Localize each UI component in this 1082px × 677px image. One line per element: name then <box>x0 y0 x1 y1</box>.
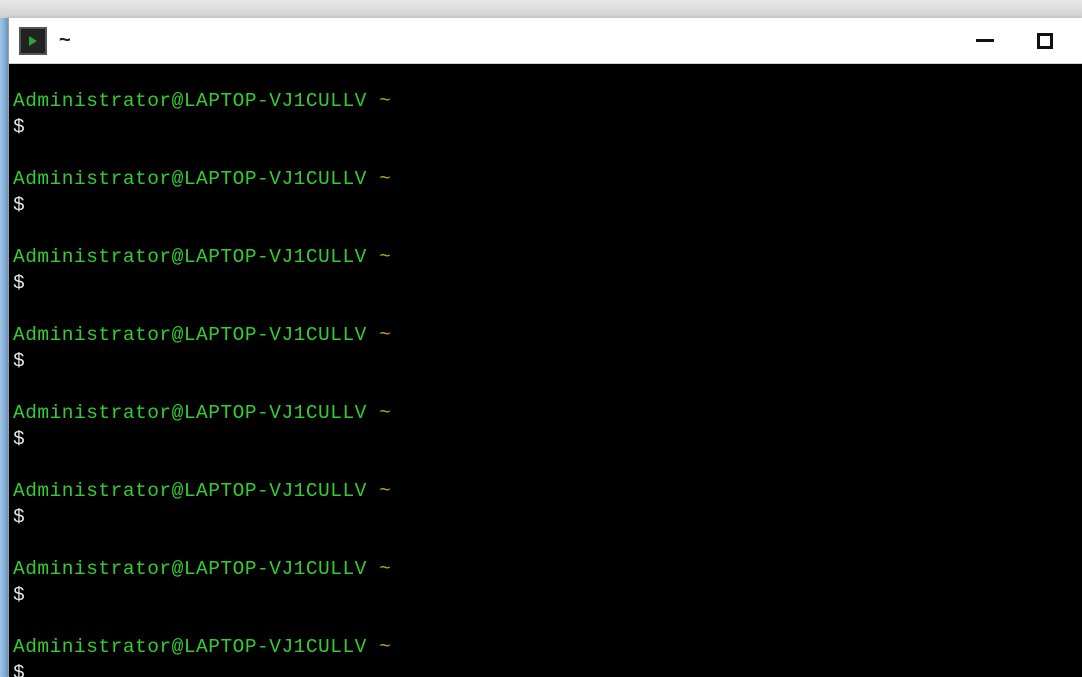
title-bar[interactable]: ~ <box>9 18 1082 64</box>
prompt-line-2: $ <box>13 114 1079 140</box>
prompt-line-1: Administrator@LAPTOP-VJ1CULLV ~ <box>13 88 1079 114</box>
cwd-tilde: ~ <box>379 558 391 580</box>
minimize-icon <box>976 39 994 42</box>
prompt-line-2: $ <box>13 348 1079 374</box>
user-host: Administrator@LAPTOP-VJ1CULLV <box>13 636 379 658</box>
prompt-block: Administrator@LAPTOP-VJ1CULLV ~$ <box>13 88 1079 140</box>
prompt-line-1: Administrator@LAPTOP-VJ1CULLV ~ <box>13 478 1079 504</box>
prompt-block: Administrator@LAPTOP-VJ1CULLV ~$ <box>13 322 1079 374</box>
prompt-line-2: $ <box>13 582 1079 608</box>
prompt-line-1: Administrator@LAPTOP-VJ1CULLV ~ <box>13 556 1079 582</box>
minimize-button[interactable] <box>975 31 995 51</box>
terminal-app-icon <box>19 27 47 55</box>
background-tab-strip <box>0 0 1082 19</box>
prompt-symbol: $ <box>13 428 25 450</box>
user-host: Administrator@LAPTOP-VJ1CULLV <box>13 168 379 190</box>
prompt-symbol: $ <box>13 194 25 216</box>
prompt-symbol: $ <box>13 506 25 528</box>
user-host: Administrator@LAPTOP-VJ1CULLV <box>13 402 379 424</box>
user-host: Administrator@LAPTOP-VJ1CULLV <box>13 324 379 346</box>
window-title: ~ <box>59 29 975 52</box>
prompt-block: Administrator@LAPTOP-VJ1CULLV ~ $ <box>13 634 1079 677</box>
prompt-symbol: $ <box>13 272 25 294</box>
user-host: Administrator@LAPTOP-VJ1CULLV <box>13 90 379 112</box>
user-host: Administrator@LAPTOP-VJ1CULLV <box>13 480 379 502</box>
prompt-line-1: Administrator@LAPTOP-VJ1CULLV ~ <box>13 166 1079 192</box>
prompt-line-2: $ <box>13 426 1079 452</box>
cwd-tilde: ~ <box>379 402 391 424</box>
prompt-line-2: $ <box>13 192 1079 218</box>
maximize-button[interactable] <box>1035 31 1055 51</box>
cwd-tilde: ~ <box>379 636 391 658</box>
cwd-tilde: ~ <box>379 324 391 346</box>
window-controls <box>975 31 1073 51</box>
maximize-icon <box>1037 33 1053 49</box>
cwd-tilde: ~ <box>379 480 391 502</box>
prompt-symbol: $ <box>13 116 25 138</box>
prompt-line-2: $ <box>13 270 1079 296</box>
prompt-line-2: $ <box>13 660 1079 677</box>
prompt-block: Administrator@LAPTOP-VJ1CULLV ~$ <box>13 400 1079 452</box>
terminal-area[interactable]: Administrator@LAPTOP-VJ1CULLV ~$Administ… <box>9 64 1082 677</box>
cwd-tilde: ~ <box>379 90 391 112</box>
prompt-block: Administrator@LAPTOP-VJ1CULLV ~$ <box>13 478 1079 530</box>
terminal-window: ~ Administrator@LAPTOP-VJ1CULLV ~$Admini… <box>8 18 1082 677</box>
prompt-line-1: Administrator@LAPTOP-VJ1CULLV ~ <box>13 634 1079 660</box>
prompt-line-1: Administrator@LAPTOP-VJ1CULLV ~ <box>13 322 1079 348</box>
user-host: Administrator@LAPTOP-VJ1CULLV <box>13 558 379 580</box>
prompt-line-1: Administrator@LAPTOP-VJ1CULLV ~ <box>13 244 1079 270</box>
cwd-tilde: ~ <box>379 246 391 268</box>
prompt-block: Administrator@LAPTOP-VJ1CULLV ~$ <box>13 244 1079 296</box>
prompt-line-2: $ <box>13 504 1079 530</box>
prompt-block: Administrator@LAPTOP-VJ1CULLV ~$ <box>13 556 1079 608</box>
window-left-edge <box>0 18 8 677</box>
prompt-block: Administrator@LAPTOP-VJ1CULLV ~$ <box>13 166 1079 218</box>
prompt-symbol: $ <box>13 584 25 606</box>
prompt-line-1: Administrator@LAPTOP-VJ1CULLV ~ <box>13 400 1079 426</box>
prompt-symbol: $ <box>13 662 25 677</box>
cwd-tilde: ~ <box>379 168 391 190</box>
user-host: Administrator@LAPTOP-VJ1CULLV <box>13 246 379 268</box>
prompt-symbol: $ <box>13 350 25 372</box>
